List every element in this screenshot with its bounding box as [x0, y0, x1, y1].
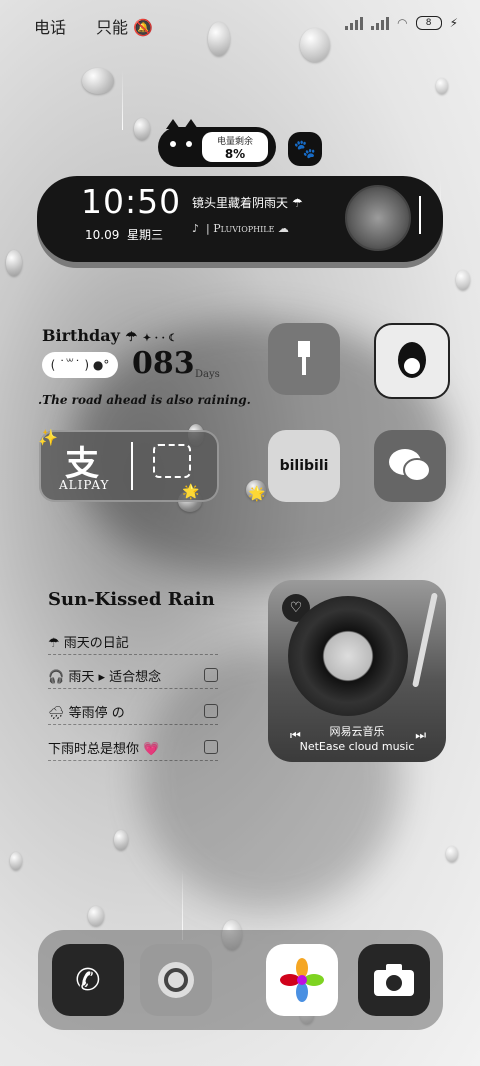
- camera-round-icon: [158, 962, 194, 998]
- todo-item[interactable]: 🌧 等雨停 の: [48, 698, 218, 725]
- rain-cloud-icon: 🌧: [48, 705, 65, 721]
- raindrop: [82, 68, 114, 94]
- battery-label: 电量剩余: [216, 137, 253, 147]
- wifi-icon: ◠: [397, 16, 408, 30]
- todo-item[interactable]: 下雨时总是想你 💗: [48, 734, 218, 761]
- qq-penguin-icon: [398, 342, 426, 378]
- checkbox[interactable]: [204, 704, 218, 718]
- signal-icon: [371, 16, 390, 30]
- battery-icon: 8: [415, 16, 442, 30]
- cat-ear-icon: [184, 119, 198, 129]
- dock-app-camera-round[interactable]: [140, 944, 212, 1016]
- bilibili-logo: bilibili: [279, 458, 329, 474]
- scan-icon[interactable]: [153, 444, 191, 478]
- star-icon: 🌟: [248, 486, 266, 502]
- todo-item[interactable]: 🎧 雨天 ▸ 适合想念: [48, 662, 218, 689]
- raindrop: [88, 906, 104, 926]
- sparkle-icon: ✨: [38, 428, 58, 447]
- birthday-emoticon: ( ˙꒳˙ ) ●°: [42, 352, 118, 378]
- headphones-icon: 🎧: [48, 669, 65, 685]
- charging-icon: ⚡: [449, 16, 458, 30]
- dock: ✆: [38, 930, 443, 1030]
- app-icon-wechat[interactable]: [374, 430, 446, 502]
- cloud-icon: ☁: [277, 222, 289, 235]
- photos-icon: [280, 958, 324, 1002]
- birthday-title: Birthday ☂ ✦ · · ☾: [42, 326, 178, 345]
- clock-time: 10:50: [81, 182, 182, 221]
- app-icon-qq[interactable]: [374, 323, 450, 399]
- clock-date: 10.09 星期三: [85, 228, 164, 242]
- dock-app-camera[interactable]: [358, 944, 430, 1016]
- divider: [131, 442, 133, 490]
- todo-item[interactable]: ☂ 雨天の日記: [48, 628, 218, 655]
- paw-icon[interactable]: 🐾: [288, 132, 322, 166]
- raindrop: [114, 830, 128, 850]
- raindrop: [436, 78, 448, 94]
- checkbox[interactable]: [204, 668, 218, 682]
- progress-bar: [419, 196, 421, 234]
- cat-ear-icon: [166, 119, 180, 129]
- birthday-countdown: 083: [132, 346, 195, 381]
- clock-music-widget[interactable]: 10:50 10.09 星期三 镜头里藏着阴雨天 ☂ ♪ | Pluviophi…: [37, 176, 443, 262]
- app-icon-bilibili[interactable]: bilibili: [268, 430, 340, 502]
- wechat-icon: [389, 449, 431, 482]
- phone-icon: ✆: [75, 962, 101, 998]
- rain-streak: [122, 70, 123, 130]
- checkbox[interactable]: [204, 740, 218, 754]
- raindrop: [456, 270, 470, 290]
- mute-icon: 🔕: [133, 18, 154, 37]
- heart-icon: 💗: [143, 741, 160, 757]
- tonearm: [412, 592, 438, 688]
- dock-app-photos[interactable]: [266, 944, 338, 1016]
- raindrop: [446, 846, 458, 862]
- birthday-unit: Days: [195, 369, 220, 380]
- umbrella-icon: ☂: [48, 635, 60, 651]
- app-icon-brush[interactable]: [268, 323, 340, 395]
- cat-eyes-icon: [170, 141, 192, 147]
- vinyl-record[interactable]: [288, 596, 408, 716]
- music-app-name-en: NetEase cloud music: [299, 740, 415, 753]
- umbrella-icon: ☂: [125, 330, 138, 345]
- raindrop: [6, 250, 22, 276]
- star-icon: 🌟: [182, 484, 200, 500]
- camera-icon: [374, 964, 414, 996]
- battery-value: 8%: [224, 147, 246, 161]
- umbrella-icon: ☂: [291, 196, 303, 210]
- alipay-name: ALIPAY: [59, 478, 110, 492]
- raindrop: [134, 118, 150, 140]
- song-artist-row: ♪ | Pluviophile ☁: [192, 222, 289, 235]
- status-carrier-right: 只能 🔕: [96, 18, 154, 37]
- music-app-name-cn: 网易云音乐: [329, 725, 385, 738]
- battery-cat-widget[interactable]: 电量剩余 8%: [158, 119, 276, 167]
- status-carrier-left: 电话: [34, 18, 67, 37]
- todo-title: Sun-Kissed Rain: [48, 589, 215, 610]
- dock-app-phone[interactable]: ✆: [52, 944, 124, 1016]
- signal-icon: [345, 16, 364, 30]
- status-bar: 电话 只能 🔕 ◠ 8 ⚡: [0, 0, 480, 50]
- music-widget[interactable]: ♡ ⏮ ⏭ 网易云音乐 NetEase cloud music: [268, 580, 446, 762]
- song-title: 镜头里藏着阴雨天 ☂: [192, 196, 303, 210]
- album-art[interactable]: [345, 185, 411, 251]
- music-note-icon: ♪: [192, 222, 200, 235]
- birthday-caption: .The road ahead is also raining.: [38, 393, 251, 407]
- brush-icon: [298, 341, 310, 375]
- raindrop: [10, 852, 22, 870]
